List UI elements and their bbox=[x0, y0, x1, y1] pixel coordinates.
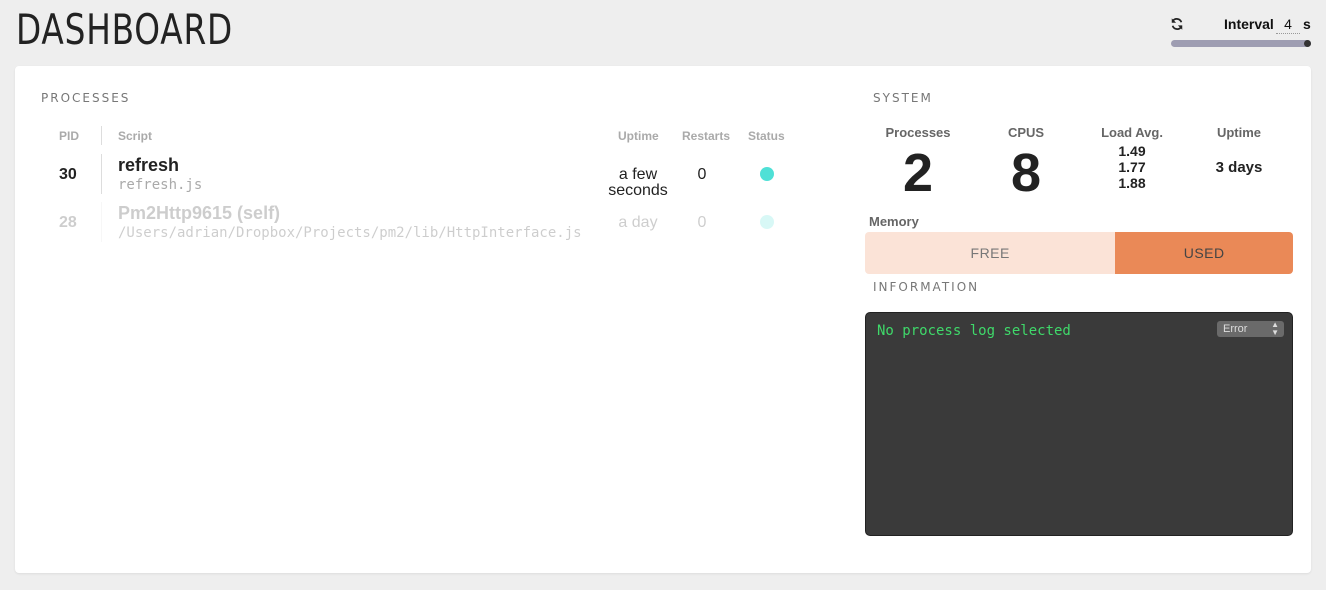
memory-label: Memory bbox=[869, 214, 919, 229]
sys-load-5: 1.77 bbox=[1118, 159, 1146, 175]
col-uptime: Uptime bbox=[618, 129, 659, 143]
log-panel[interactable]: No process log selected Error ▲ ▼ bbox=[865, 312, 1293, 536]
col-status: Status bbox=[748, 129, 785, 143]
uptime-line: a day bbox=[618, 214, 658, 231]
process-pid: 28 bbox=[59, 214, 77, 231]
status-online-dot bbox=[760, 167, 774, 181]
sys-cpus-value: 8 bbox=[1010, 143, 1042, 203]
interval-input[interactable] bbox=[1276, 14, 1300, 34]
interval-slider-thumb[interactable] bbox=[1304, 40, 1311, 47]
sys-uptime-value: 3 days bbox=[1215, 159, 1263, 176]
log-message: No process log selected bbox=[877, 323, 1071, 339]
process-name: Pm2Http9615 (self) bbox=[118, 203, 281, 223]
process-restarts: 0 bbox=[697, 166, 707, 183]
status-online-dot bbox=[760, 215, 774, 229]
col-restarts: Restarts bbox=[682, 129, 731, 143]
sys-load-label: Load Avg. bbox=[1101, 125, 1163, 140]
dashboard-card: PROCESSES PID Script Uptime Restarts Sta… bbox=[15, 66, 1311, 573]
interval-slider[interactable] bbox=[1171, 40, 1311, 47]
sys-uptime-label: Uptime bbox=[1216, 125, 1262, 140]
refresh-icon[interactable] bbox=[1170, 17, 1184, 31]
row-divider bbox=[101, 202, 102, 242]
system-title: SYSTEM bbox=[873, 91, 933, 105]
row-divider bbox=[101, 154, 102, 194]
process-pid: 30 bbox=[59, 166, 77, 183]
col-script: Script bbox=[118, 129, 153, 143]
sys-processes-value: 2 bbox=[902, 143, 934, 203]
sys-load-15: 1.88 bbox=[1118, 175, 1146, 191]
sys-cpus-label: CPUS bbox=[1007, 125, 1045, 140]
log-level-value: Error bbox=[1223, 323, 1248, 335]
header-divider bbox=[101, 126, 102, 145]
information-title: INFORMATION bbox=[873, 280, 980, 294]
uptime-line: a few bbox=[618, 166, 658, 183]
interval-unit: s bbox=[1303, 16, 1311, 32]
process-restarts: 0 bbox=[697, 214, 707, 231]
process-name: refresh bbox=[118, 155, 180, 175]
sys-load-1: 1.49 bbox=[1118, 143, 1146, 159]
interval-label: Interval bbox=[1224, 16, 1274, 32]
process-uptime: a few seconds bbox=[598, 167, 678, 199]
process-uptime: a day bbox=[598, 215, 678, 231]
memory-free-label: FREE bbox=[970, 245, 1010, 261]
process-path: refresh.js bbox=[118, 177, 203, 193]
select-arrows-icon: ▲ ▼ bbox=[1271, 320, 1279, 337]
uptime-line: seconds bbox=[608, 182, 668, 199]
memory-bar: FREE USED bbox=[865, 232, 1293, 274]
memory-used-segment: USED bbox=[1115, 232, 1293, 274]
sys-processes-label: Processes bbox=[885, 125, 951, 140]
col-pid: PID bbox=[59, 129, 80, 143]
processes-title: PROCESSES bbox=[41, 91, 131, 105]
memory-free-segment: FREE bbox=[865, 232, 1116, 274]
memory-used-label: USED bbox=[1183, 245, 1225, 261]
process-path: /Users/adrian/Dropbox/Projects/pm2/lib/H… bbox=[118, 225, 582, 241]
log-level-select[interactable]: Error ▲ ▼ bbox=[1217, 321, 1284, 337]
page-title: DASHBOARD bbox=[16, 5, 234, 54]
